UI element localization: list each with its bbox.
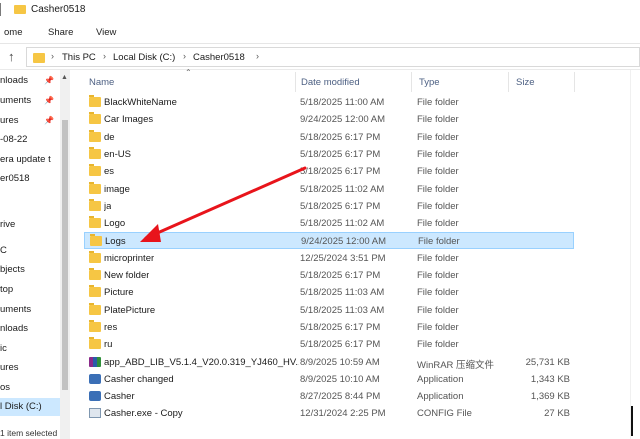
arrow-shaft — [144, 166, 307, 240]
arrowhead-icon — [140, 224, 161, 242]
annotation-arrow — [140, 166, 307, 242]
